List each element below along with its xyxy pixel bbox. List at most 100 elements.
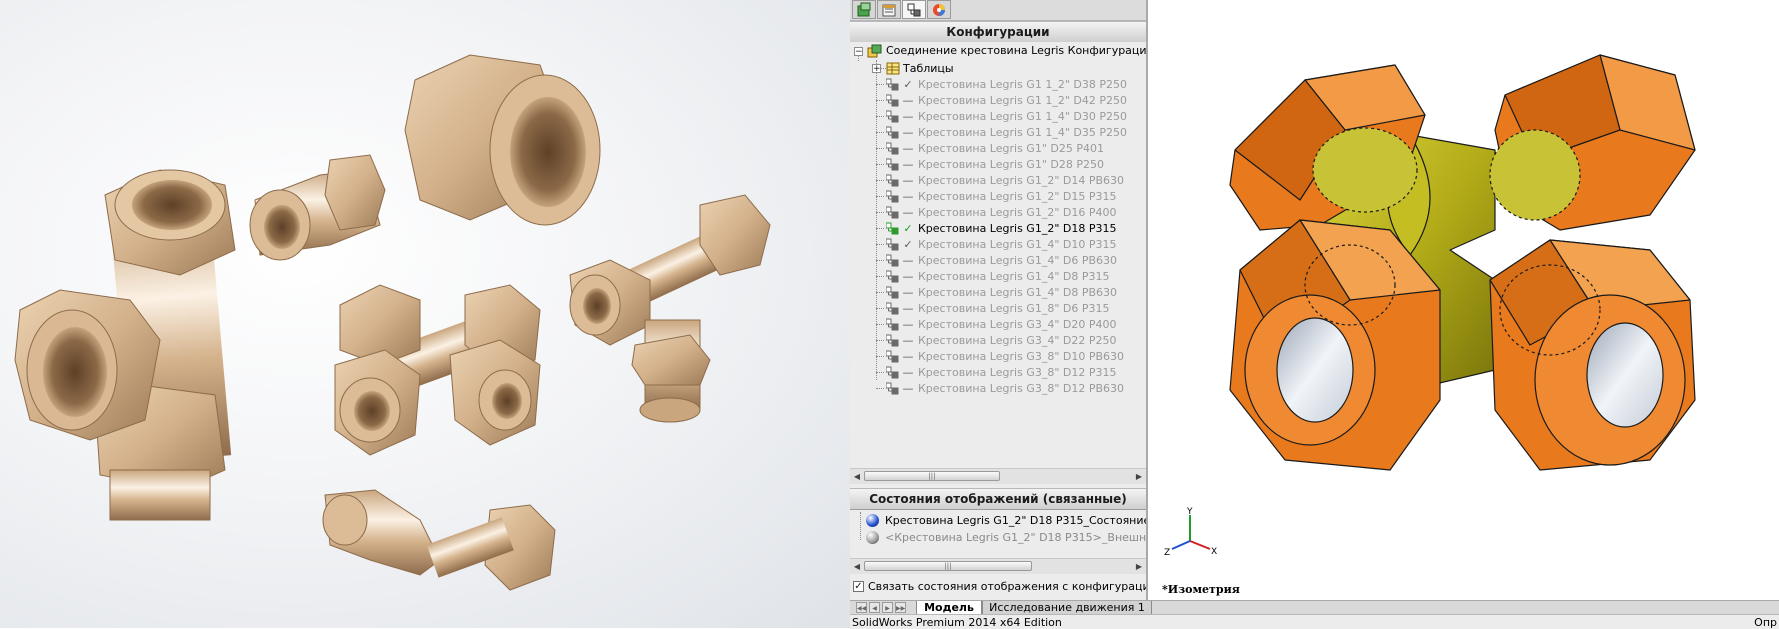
check-mark-icon: ✓ <box>903 222 913 235</box>
dash-mark-icon: — <box>902 110 914 123</box>
configuration-icon <box>886 110 899 123</box>
property-manager-icon <box>882 4 896 17</box>
dash-mark-icon: — <box>902 350 914 363</box>
display-state-label: Крестовина Legris G1_2" D18 P315_Состоян… <box>885 514 1146 527</box>
scroll-right-arrow-icon[interactable]: ▶ <box>1133 469 1145 484</box>
display-state-sphere-icon <box>866 514 879 527</box>
tab-property-manager[interactable] <box>877 0 901 19</box>
feature-manager-icon <box>857 2 871 17</box>
configuration-icon <box>886 78 899 91</box>
dash-mark-icon: — <box>902 382 914 395</box>
configuration-label: Крестовина Legris G1" D28 P250 <box>918 158 1104 171</box>
scroll-right-arrow-icon[interactable]: ▶ <box>1133 559 1145 574</box>
triad-z-label: Z <box>1164 548 1170 558</box>
configuration-label: Крестовина Legris G1_4" D6 PB630 <box>918 254 1118 267</box>
configuration-icon <box>886 222 899 235</box>
display-states-header: Состояния отображений (связанные) <box>850 488 1146 510</box>
configuration-icon <box>886 94 899 107</box>
configuration-icon <box>886 350 899 363</box>
cross-fitting <box>334 284 541 456</box>
configuration-label: Крестовина Legris G1_2" D15 P315 <box>918 190 1117 203</box>
configuration-label: Крестовина Legris G3_8" D10 PB630 <box>918 350 1125 363</box>
dash-mark-icon: — <box>902 94 914 107</box>
triad-y-label: Y <box>1186 507 1193 517</box>
dash-mark-icon: — <box>902 142 914 155</box>
configuration-icon <box>886 190 899 203</box>
dash-mark-icon: — <box>902 254 914 267</box>
tab-display-manager[interactable] <box>927 0 951 19</box>
small-union-fitting <box>249 154 386 261</box>
display-state-sphere-icon <box>866 531 879 544</box>
rendered-fittings-image <box>0 0 850 628</box>
configuration-label: Крестовина Legris G3_4" D22 P250 <box>918 334 1117 347</box>
next-tab-button[interactable]: ▶ <box>882 602 893 613</box>
config-tree-hscrollbar[interactable]: ◀ ||| ▶ <box>850 468 1146 484</box>
configuration-icon <box>886 270 899 283</box>
configuration-label: Крестовина Legris G1 1_2" D42 P250 <box>918 94 1127 107</box>
tab-motion-study[interactable]: Исследование движения 1 <box>982 601 1152 615</box>
configuration-manager-panel: Конфигурации − Соединение крестовина Leg… <box>850 0 1148 600</box>
configuration-label: Крестовина Legris G1" D25 P401 <box>918 142 1104 155</box>
reference-triad-icon: Y X Z <box>1164 507 1217 558</box>
configuration-label: Крестовина Legris G1_4" D10 P315 <box>918 238 1117 251</box>
model-tabs-bar: ◀◀ ◀ ▶ ▶▶ Модель Исследование движения 1 <box>850 600 1779 615</box>
configuration-label: Крестовина Legris G1_2" D18 P315 <box>918 222 1117 235</box>
configuration-icon <box>886 206 899 219</box>
configuration-icon <box>886 334 899 347</box>
display-manager-icon <box>933 4 945 16</box>
check-mark-icon: ✓ <box>903 78 913 91</box>
configuration-icon <box>886 286 899 299</box>
link-display-states-row: ✓ Связать состояния отображения с конфиг… <box>850 576 1146 598</box>
configuration-label: Крестовина Legris G1 1_4" D35 P250 <box>918 126 1127 139</box>
configuration-icon <box>886 254 899 267</box>
configuration-icon <box>886 126 899 139</box>
scroll-left-arrow-icon[interactable]: ◀ <box>851 559 863 574</box>
link-display-states-checkbox[interactable]: ✓ <box>853 581 864 592</box>
large-tee-fitting <box>14 169 236 521</box>
elbow-fitting <box>322 489 556 591</box>
status-bar: SolidWorks Premium 2014 x64 Edition Опр <box>850 614 1779 629</box>
prev-tab-button[interactable]: ◀ <box>869 602 880 613</box>
configuration-label: Крестовина Legris G1 1_4" D30 P250 <box>918 110 1127 123</box>
first-tab-button[interactable]: ◀◀ <box>856 602 867 613</box>
tables-node-label[interactable]: Таблицы <box>903 60 954 77</box>
configuration-label: Крестовина Legris G3_8" D12 PB630 <box>918 382 1125 395</box>
root-assembly-label[interactable]: Соединение крестовина Legris Конфигураци… <box>886 44 1146 60</box>
cross-fitting-model <box>1229 54 1696 471</box>
dash-mark-icon: — <box>902 206 914 219</box>
last-tab-button[interactable]: ▶▶ <box>895 602 906 613</box>
configuration-icon <box>886 382 899 395</box>
dash-mark-icon: — <box>902 302 914 315</box>
manager-tab-bar <box>850 0 1146 21</box>
dash-mark-icon: — <box>902 190 914 203</box>
fittings-illustration <box>14 54 771 591</box>
scroll-thumb[interactable]: ||| <box>864 471 1000 481</box>
scroll-left-arrow-icon[interactable]: ◀ <box>851 469 863 484</box>
configuration-icon <box>886 238 899 251</box>
link-display-states-label[interactable]: Связать состояния отображения с конфигур… <box>868 576 1146 598</box>
tab-feature-manager[interactable] <box>852 0 876 19</box>
configuration-manager-icon <box>907 3 921 17</box>
configuration-icon <box>886 302 899 315</box>
tab-model[interactable]: Модель <box>916 601 982 615</box>
display-states-hscrollbar[interactable]: ◀ ||| ▶ <box>850 558 1146 574</box>
configuration-label: Крестовина Legris G1_4" D8 PB630 <box>918 286 1118 299</box>
scroll-thumb[interactable]: ||| <box>864 561 1032 571</box>
configuration-label: Крестовина Legris G1_4" D8 P315 <box>918 270 1110 283</box>
status-edition-text: SolidWorks Premium 2014 x64 Edition <box>852 616 1062 629</box>
right-tee-fitting <box>569 194 771 423</box>
reducer-fitting <box>404 54 601 226</box>
assembly-root-icon <box>867 44 882 58</box>
configuration-icon <box>886 174 899 187</box>
configuration-tree: − Соединение крестовина Legris Конфигура… <box>850 42 1146 468</box>
dash-mark-icon: — <box>902 158 914 171</box>
dash-mark-icon: — <box>902 270 914 283</box>
configuration-icon <box>886 142 899 155</box>
check-mark-icon: ✓ <box>903 238 913 251</box>
dash-mark-icon: — <box>902 286 914 299</box>
root-collapse-toggle[interactable]: − <box>854 47 863 57</box>
configuration-icon <box>886 318 899 331</box>
tab-configuration-manager[interactable] <box>902 0 926 19</box>
display-states-list: Крестовина Legris G1_2" D18 P315_Состоян… <box>850 510 1146 565</box>
graphics-viewport[interactable]: Y X Z *Изометрия <box>1150 0 1779 600</box>
